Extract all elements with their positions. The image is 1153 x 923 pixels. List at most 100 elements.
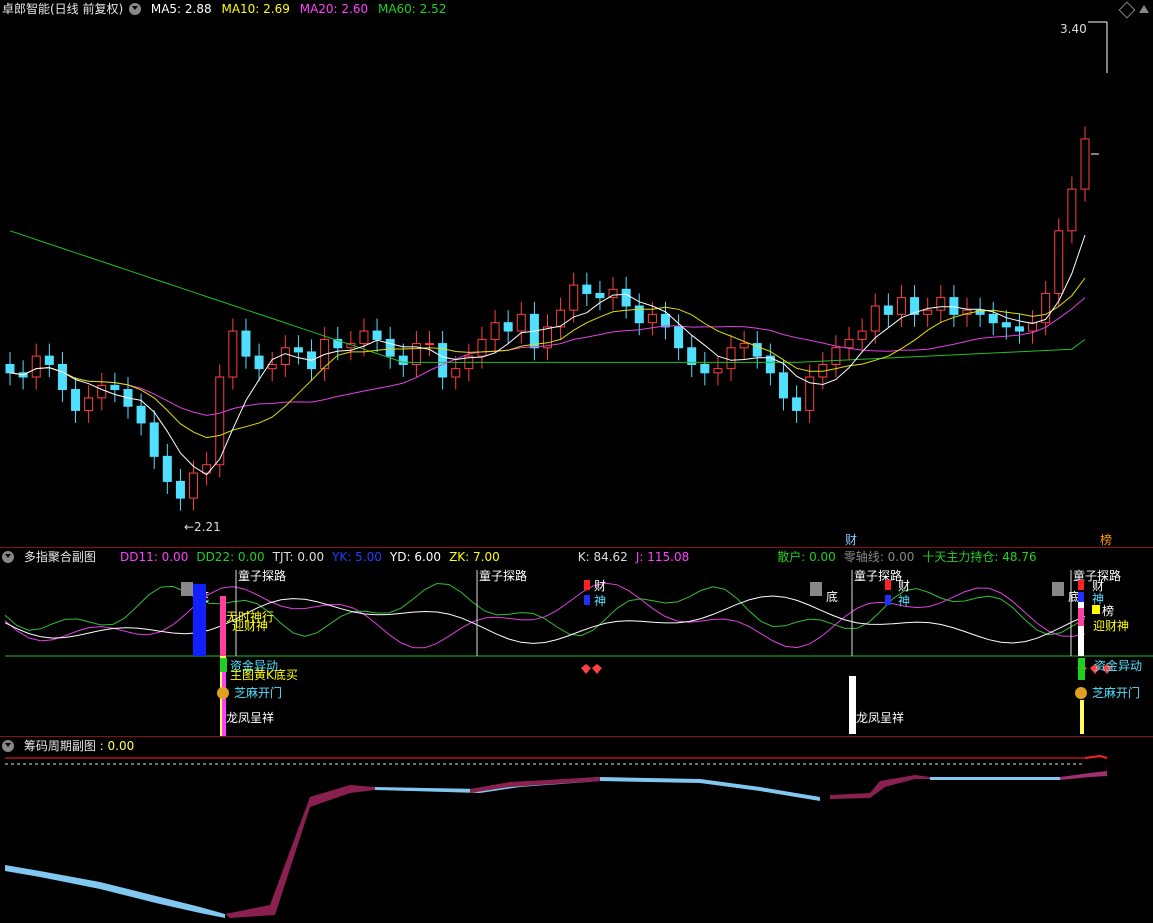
green-signal-block — [220, 658, 227, 672]
candle-body — [516, 313, 526, 332]
candle-body — [175, 480, 185, 499]
blue-signal-bar — [193, 584, 206, 656]
cai-block — [584, 580, 590, 590]
candle-body — [700, 363, 710, 374]
indicator-pane-2[interactable]: 筹码周期副图 : 0.00 — [0, 737, 1153, 923]
tongzi-label: 童子探路 — [479, 568, 527, 583]
main-chart-pane[interactable]: 卓郎智能(日线 前复权) MA5: 2.88 MA10: 2.69 MA20: … — [0, 0, 1153, 547]
candle-body — [267, 363, 277, 370]
yingcaishen-label: 迎财神 — [1093, 619, 1129, 633]
candle-body — [595, 292, 605, 299]
maroon-band — [1060, 771, 1107, 780]
white-indicator-line — [4, 595, 1086, 644]
candle-body — [582, 284, 592, 294]
candle-body — [31, 355, 41, 378]
chevron-down-icon[interactable] — [2, 739, 14, 752]
candle-body — [569, 284, 579, 311]
zhutu-label: 主图黄K底买 — [230, 667, 298, 682]
indicator-readouts: DD11: 0.00 DD22: 0.00 TJT: 0.00 YK: 5.00 YD:… — [120, 548, 1037, 566]
chevron-down-icon[interactable] — [2, 550, 14, 563]
diamond-icon — [592, 664, 602, 674]
indicator-readout: ZK: 7.00 — [449, 550, 500, 564]
sub2-title: 筹码周期副图 — [23, 739, 96, 753]
sub2-value: : 0.00 — [99, 739, 135, 753]
bang-marker[interactable]: 榜 — [1100, 532, 1112, 547]
sub1-title: 多指聚合副图 — [23, 550, 96, 564]
maroon-band — [225, 785, 375, 918]
candle-body — [1054, 230, 1064, 294]
indicator-lines: 童子探路童子探路童子探路童子探路底底底无时神行迎财神资金异动主图黄K底买芝麻开门… — [4, 568, 1153, 736]
chip-cycle-chart[interactable] — [0, 737, 1153, 923]
candle-body — [857, 330, 867, 340]
candle-body — [883, 305, 893, 315]
candle-body — [543, 326, 552, 349]
red-top-tip — [1084, 754, 1108, 759]
longfeng-label: 龙凤呈祥 — [856, 711, 904, 725]
multi-indicator-chart[interactable]: 童子探路童子探路童子探路童子探路底底底无时神行迎财神资金异动主图黄K底买芝麻开门… — [0, 548, 1153, 736]
candle-body — [896, 297, 906, 315]
shen-block — [1078, 592, 1084, 602]
candle-body — [1041, 292, 1051, 324]
candle-body — [792, 397, 802, 411]
candle-body — [149, 422, 159, 457]
candle-body — [280, 347, 290, 365]
indicator-pane-1[interactable]: 童子探路童子探路童子探路童子探路底底底无时神行迎财神资金异动主图黄K底买芝麻开门… — [0, 548, 1153, 736]
candle-body — [936, 297, 946, 311]
indicator-readout: K: 84.62 — [577, 550, 628, 564]
yingcaishen-label: 迎财神 — [232, 619, 268, 633]
candle-body — [477, 338, 487, 357]
candle-body — [923, 309, 933, 315]
candle-body — [293, 347, 303, 353]
indicator-readout: DD11: 0.00 — [120, 550, 189, 564]
di-label: 底 — [826, 589, 838, 604]
high-price-label: 3.40 — [1060, 22, 1087, 36]
candle-body — [739, 343, 749, 349]
candle-body — [621, 288, 631, 307]
money-bag-icon — [1075, 687, 1087, 699]
pink-signal-bar — [220, 596, 226, 656]
candle-body — [805, 376, 815, 411]
blue-band — [930, 777, 1060, 780]
candle-body — [385, 338, 395, 357]
candle-body — [451, 368, 461, 378]
blue-band — [5, 865, 225, 918]
candle-body — [726, 347, 736, 370]
indicator-readout: J: 115.08 — [635, 550, 690, 564]
candle-body — [634, 305, 644, 324]
indicator-readout: 零轴线: 0.00 — [843, 550, 915, 564]
bang-label: 榜 — [1102, 603, 1114, 618]
candle-body — [660, 313, 670, 328]
candle-body — [398, 355, 408, 365]
candle-body — [44, 355, 54, 365]
yellow-signal-bar — [1080, 700, 1084, 734]
di-box — [1052, 582, 1064, 596]
candle-body — [359, 330, 369, 345]
cai-label: 财 — [898, 579, 910, 593]
chip-cycle-bands — [5, 754, 1108, 918]
white-signal-bar — [849, 676, 856, 734]
indicator-pane-2-header: 筹码周期副图 : 0.00 — [0, 737, 140, 755]
di-box — [181, 582, 193, 596]
candle-body — [241, 330, 251, 357]
candle-body — [503, 322, 513, 332]
candle-body — [988, 313, 998, 324]
candle-body — [136, 405, 146, 424]
longfeng-label: 龙凤呈祥 — [226, 711, 274, 725]
candlestick-chart[interactable]: 3.40 ←2.21 财 榜 — [0, 0, 1153, 547]
cai-block — [1078, 580, 1084, 590]
tongzi-label: 童子探路 — [854, 568, 902, 583]
candle-body — [189, 472, 199, 499]
candle-body — [110, 384, 120, 391]
magenta-signal-bar — [222, 668, 226, 736]
cai-block — [885, 580, 891, 590]
cai-marker[interactable]: 财 — [845, 533, 857, 547]
candle-body — [372, 330, 382, 340]
green-signal-block — [1078, 658, 1085, 680]
yellow-block — [1092, 605, 1100, 614]
indicator-readout: TJT: 0.00 — [272, 550, 325, 564]
money-bag-icon — [217, 687, 229, 699]
candle-body — [490, 322, 500, 340]
indicator-readout: 散户: 0.00 — [777, 550, 836, 564]
indicator-readout: YK: 5.00 — [332, 550, 382, 564]
di-box — [810, 582, 822, 596]
